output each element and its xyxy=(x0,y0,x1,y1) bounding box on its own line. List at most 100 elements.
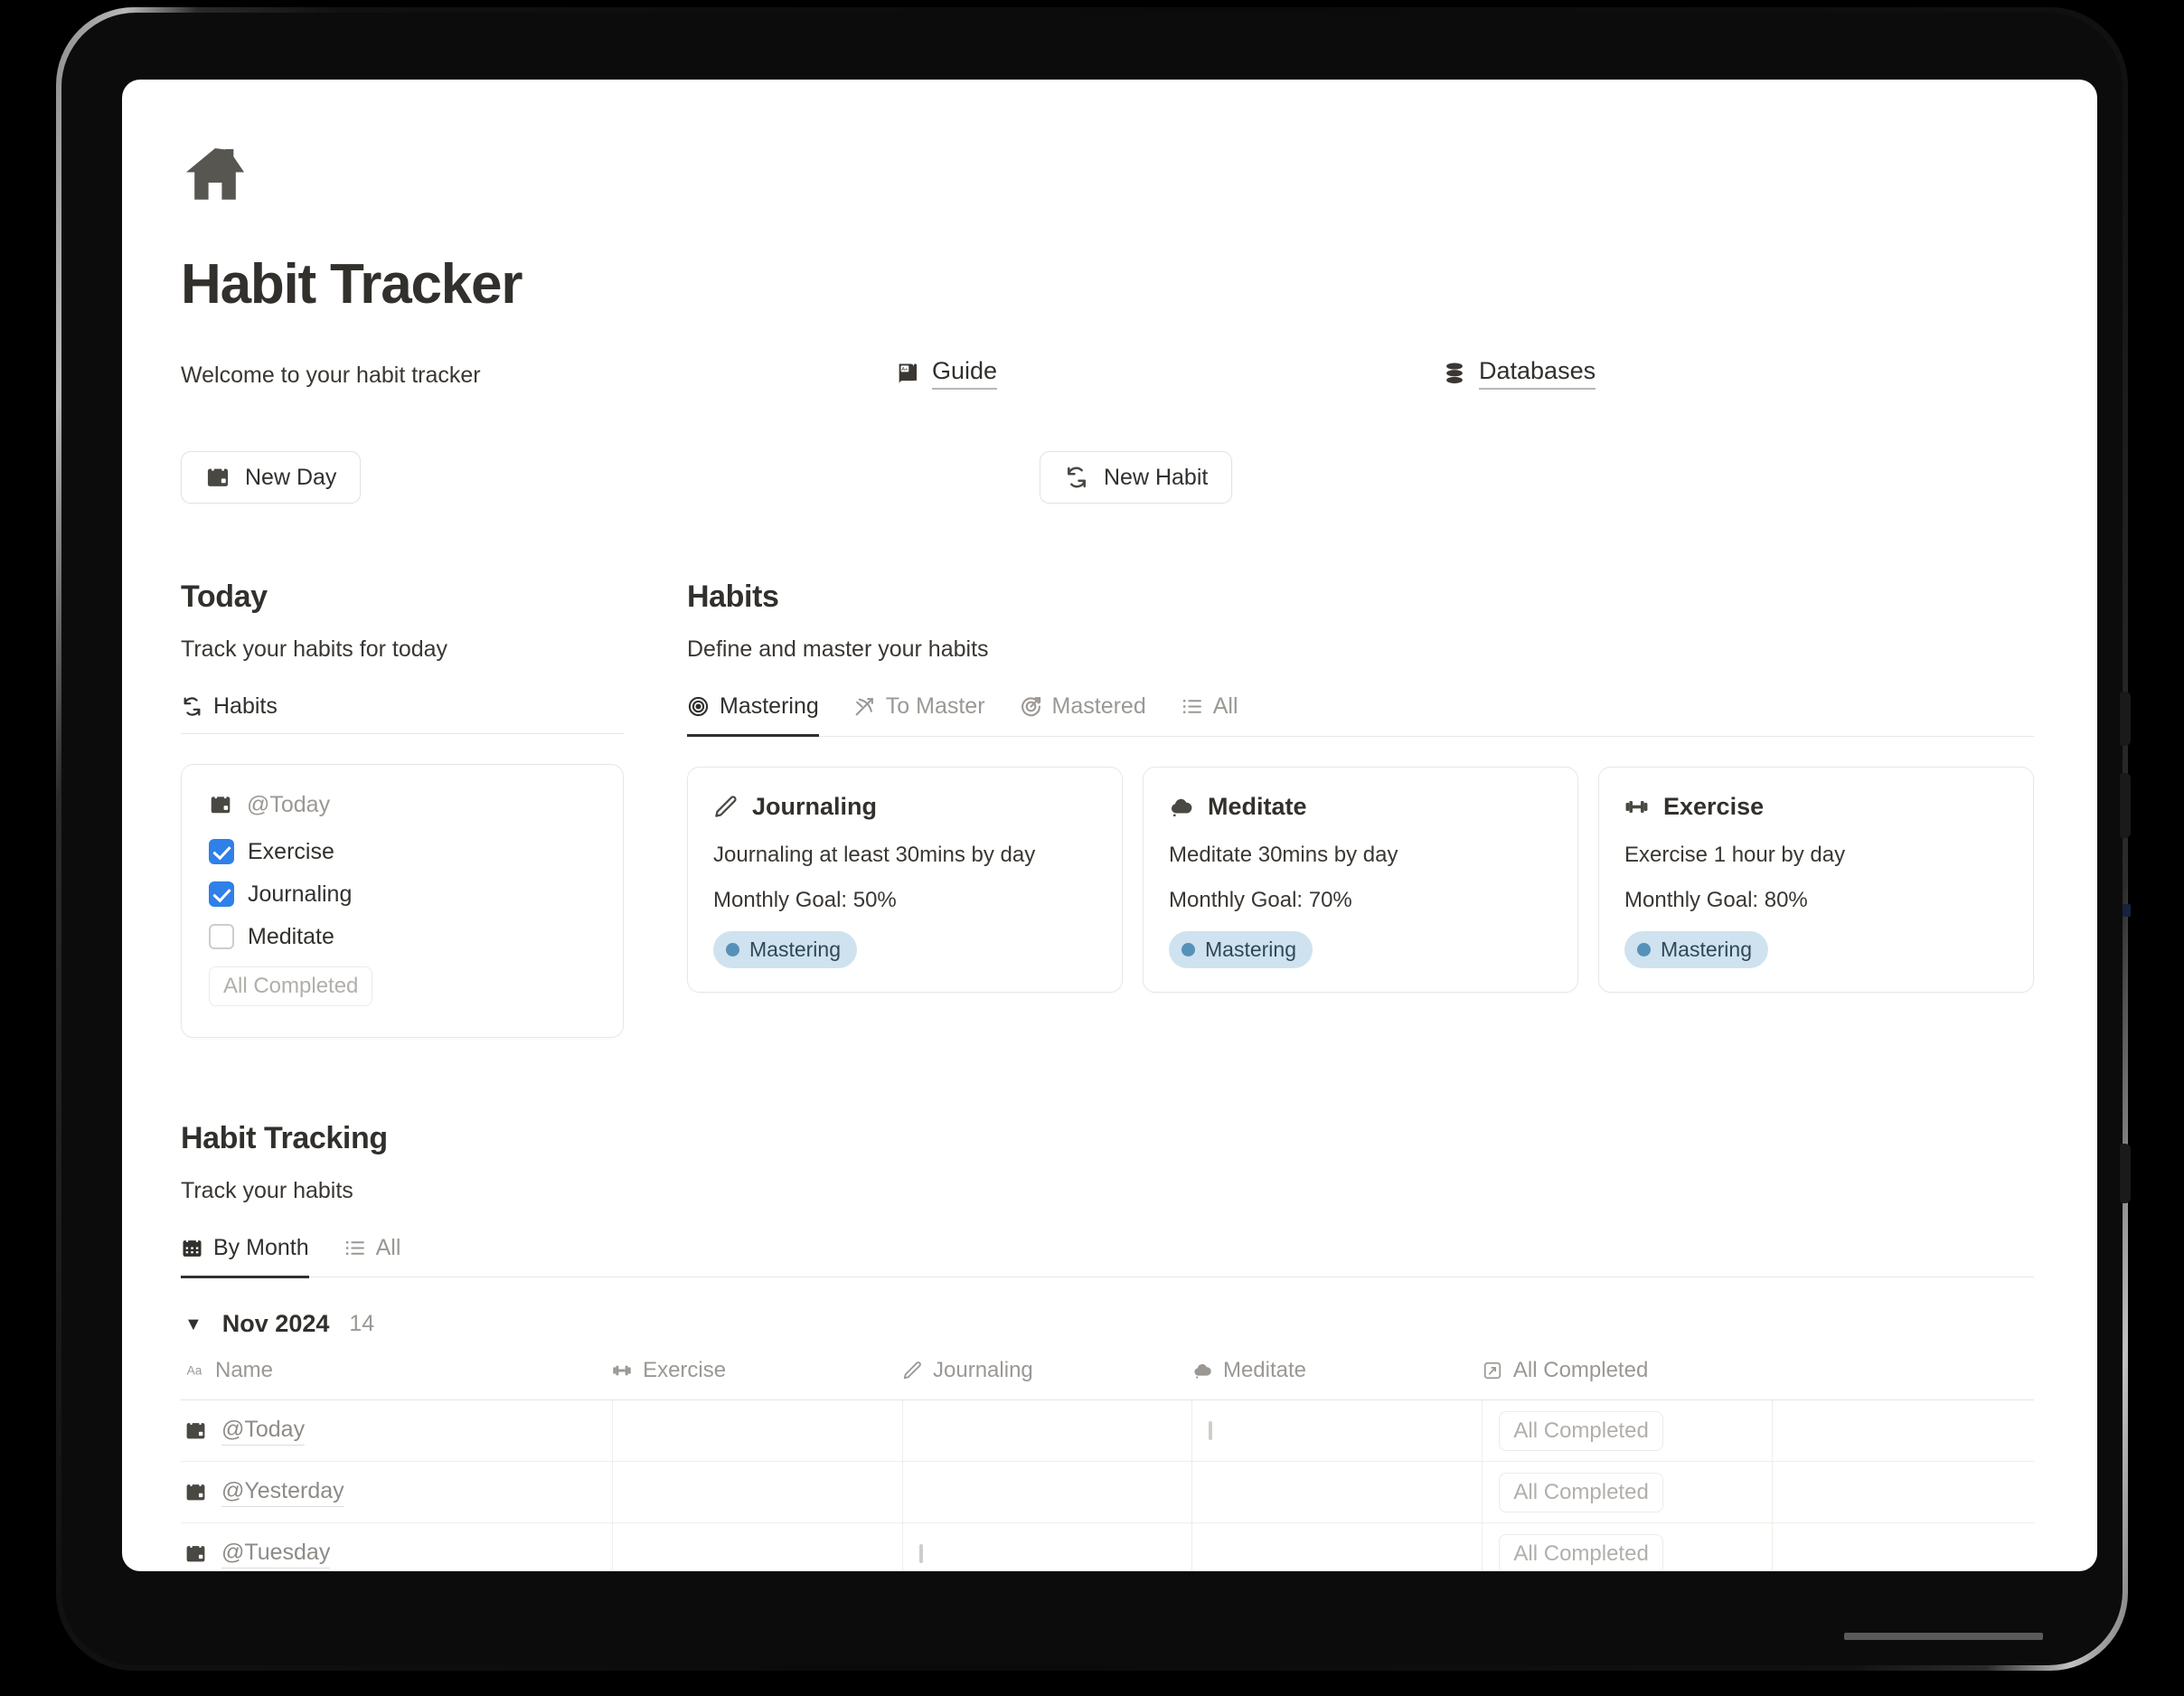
today-and-habits-region: Today Track your habits for today Habits… xyxy=(181,579,2034,1038)
row-cell-meditate[interactable] xyxy=(1191,1399,1483,1463)
device-side-button-middle[interactable] xyxy=(2120,773,2131,838)
databases-link[interactable]: Databases xyxy=(1442,357,1596,391)
today-check-exercise-label: Exercise xyxy=(248,838,334,864)
table-row[interactable]: @Today All Completed xyxy=(181,1399,2034,1463)
column-header-journaling-label: Journaling xyxy=(933,1358,1033,1383)
list-icon xyxy=(344,1237,366,1259)
guide-link[interactable]: A+ Guide xyxy=(895,357,998,391)
all-completed-field[interactable]: All Completed xyxy=(1499,1410,1663,1451)
formula-icon xyxy=(1483,1361,1502,1380)
row-cell-meditate[interactable] xyxy=(1191,1522,1483,1571)
today-check-exercise[interactable]: Exercise xyxy=(209,839,596,865)
row-name-label: @Yesterday xyxy=(221,1478,344,1507)
tab-habits-all[interactable]: All xyxy=(1181,693,1238,737)
table-group-header[interactable]: ▼ Nov 2024 14 xyxy=(181,1310,2034,1338)
tab-today-habits[interactable]: Habits xyxy=(181,693,278,734)
all-completed-field[interactable]: All Completed xyxy=(1499,1533,1663,1571)
tracking-section-subtitle: Track your habits xyxy=(181,1177,353,1203)
row-cell-journaling[interactable] xyxy=(902,1461,1193,1524)
calendar-grid-icon xyxy=(181,1237,203,1259)
today-check-meditate[interactable]: Meditate xyxy=(209,924,596,950)
new-day-button[interactable]: New Day xyxy=(181,451,362,504)
calendar-icon xyxy=(184,1481,207,1503)
guide-link-label: Guide xyxy=(932,357,998,391)
table-header-row: Aa Name Exercise Journaling Meditate All… xyxy=(181,1358,2034,1401)
row-cell-exercise[interactable] xyxy=(612,1461,903,1524)
row-cell-all-completed[interactable]: All Completed xyxy=(1482,1522,1774,1571)
pencil-icon xyxy=(713,795,738,819)
checkbox-exercise[interactable] xyxy=(209,839,234,865)
header-links-row: Welcome to your habit tracker A+ Guide D… xyxy=(181,357,2034,408)
checkbox-journaling[interactable] xyxy=(209,881,234,908)
tab-mastered-label: Mastered xyxy=(1051,693,1146,720)
new-habit-button[interactable]: New Habit xyxy=(1040,451,1233,504)
column-header-exercise-label: Exercise xyxy=(643,1358,727,1383)
habit-tracking-table: Aa Name Exercise Journaling Meditate All… xyxy=(181,1358,2034,1571)
cloud-icon xyxy=(1169,795,1193,819)
row-name-label: @Today xyxy=(221,1417,306,1446)
row-name-cell[interactable]: @Tuesday xyxy=(181,1522,613,1571)
habit-card-name: Exercise xyxy=(1663,792,1765,820)
today-check-journaling-label: Journaling xyxy=(248,881,353,907)
checkbox-journaling[interactable] xyxy=(918,1543,923,1563)
home-icon[interactable] xyxy=(181,141,2034,208)
row-cell-journaling[interactable] xyxy=(902,1399,1193,1463)
habit-card-status-label: Mastering xyxy=(1205,937,1296,961)
row-cell-journaling[interactable] xyxy=(902,1522,1193,1571)
column-header-spacer xyxy=(1772,1358,2034,1401)
habit-card-journaling[interactable]: Journaling Journaling at least 30mins by… xyxy=(687,766,1123,993)
habit-card-header: Exercise xyxy=(1624,793,2008,821)
habit-card-description: Exercise 1 hour by day xyxy=(1624,842,1846,867)
tab-by-month[interactable]: By Month xyxy=(181,1235,309,1278)
book-icon: A+ xyxy=(895,361,920,386)
chevron-down-icon[interactable]: ▼ xyxy=(184,1315,202,1333)
column-header-name[interactable]: Aa Name xyxy=(181,1358,613,1401)
tab-mastered[interactable]: Mastered xyxy=(1020,693,1146,737)
calendar-icon xyxy=(184,1419,207,1442)
tab-by-month-label: By Month xyxy=(213,1234,309,1260)
row-cell-meditate[interactable] xyxy=(1191,1461,1483,1524)
device-bottom-connector xyxy=(1844,1633,2043,1640)
device-side-button-lower[interactable] xyxy=(2120,1144,2131,1203)
row-cell-all-completed[interactable]: All Completed xyxy=(1482,1399,1774,1463)
target-rings-icon xyxy=(687,695,710,718)
bow-arrow-icon xyxy=(853,695,876,718)
row-name-cell[interactable]: @Today xyxy=(181,1399,613,1463)
column-header-meditate[interactable]: Meditate xyxy=(1191,1358,1483,1401)
column-header-all-completed-label: All Completed xyxy=(1512,1358,1649,1383)
today-all-completed-field[interactable]: All Completed xyxy=(209,966,373,1006)
tab-mastering-label: Mastering xyxy=(720,693,819,720)
habit-card-description: Meditate 30mins by day xyxy=(1169,842,1398,867)
tab-mastering[interactable]: Mastering xyxy=(687,693,819,738)
today-check-journaling[interactable]: Journaling xyxy=(209,881,596,908)
habit-card-meditate[interactable]: Meditate Meditate 30mins by day Monthly … xyxy=(1143,766,1578,993)
checkbox-meditate[interactable] xyxy=(209,924,234,950)
all-completed-field[interactable]: All Completed xyxy=(1499,1472,1663,1512)
column-header-all-completed[interactable]: All Completed xyxy=(1482,1358,1773,1401)
row-cell-exercise[interactable] xyxy=(612,1399,903,1463)
column-header-exercise[interactable]: Exercise xyxy=(612,1358,903,1401)
row-cell-spacer xyxy=(1772,1522,2034,1571)
table-row[interactable]: @Tuesday All Completed xyxy=(181,1522,2034,1571)
cloud-icon xyxy=(1192,1361,1212,1380)
dumbbell-icon xyxy=(1624,795,1649,819)
row-cell-all-completed[interactable]: All Completed xyxy=(1482,1461,1774,1524)
checkbox-meditate[interactable] xyxy=(1209,1420,1213,1440)
column-header-name-label: Name xyxy=(215,1358,274,1383)
column-header-meditate-label: Meditate xyxy=(1222,1358,1307,1383)
habit-card-exercise[interactable]: Exercise Exercise 1 hour by day Monthly … xyxy=(1598,766,2034,993)
row-name-cell[interactable]: @Yesterday xyxy=(181,1461,613,1524)
tab-tracking-all[interactable]: All xyxy=(344,1235,400,1278)
habit-card-grid: Journaling Journaling at least 30mins by… xyxy=(687,766,2034,993)
row-cell-exercise[interactable] xyxy=(612,1522,903,1571)
column-header-journaling[interactable]: Journaling xyxy=(902,1358,1192,1401)
table-row[interactable]: @Yesterday All Completed xyxy=(181,1461,2034,1524)
calendar-icon xyxy=(209,793,232,816)
device-side-button-top[interactable] xyxy=(2120,692,2131,746)
device-side-connector xyxy=(2123,904,2131,917)
tab-to-master[interactable]: To Master xyxy=(853,693,985,737)
today-card-header: @Today xyxy=(209,792,596,818)
today-tabbar: Habits xyxy=(181,693,624,734)
habit-card-status-label: Mastering xyxy=(749,937,841,961)
today-card[interactable]: @Today Exercise Journaling Meditate All … xyxy=(181,763,624,1038)
